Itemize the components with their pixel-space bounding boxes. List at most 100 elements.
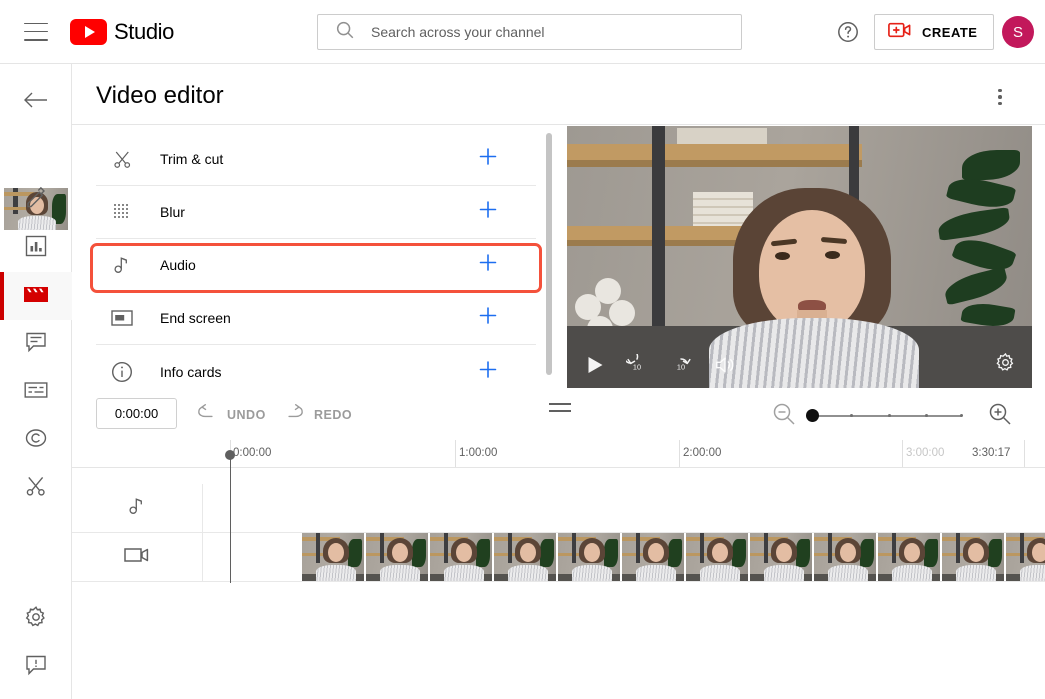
edit-row-end-screen[interactable]: End screen (96, 292, 536, 345)
zoom-slider-knob[interactable] (806, 409, 819, 422)
music-note-icon (110, 253, 134, 277)
edit-row-info-cards[interactable]: Info cards (96, 345, 536, 385)
filmstrip-frame (942, 533, 1004, 581)
filmstrip-frame (686, 533, 748, 581)
filmstrip-frame (494, 533, 556, 581)
sidebar-item-send-feedback[interactable] (0, 643, 72, 691)
sidebar-item-editor[interactable] (0, 272, 72, 320)
volume-icon[interactable] (714, 355, 736, 380)
edit-row-label: Trim & cut (160, 151, 224, 167)
ruler-label: 3:00:00 (906, 447, 945, 459)
undo-label: UNDO (227, 407, 266, 422)
top-bar: Studio CREATE S (0, 0, 1045, 64)
edit-row-trim-cut[interactable]: Trim & cut (96, 133, 536, 186)
filmstrip-frame (622, 533, 684, 581)
hamburger-icon[interactable] (24, 22, 48, 41)
more-vertical-icon[interactable] (988, 85, 1012, 109)
comment-icon (25, 331, 47, 358)
help-circle-icon[interactable] (836, 20, 860, 44)
create-button[interactable]: CREATE (874, 14, 995, 50)
search-box[interactable] (317, 14, 742, 50)
left-rail (0, 64, 72, 699)
header-divider (72, 124, 1045, 125)
add-info-cards-button[interactable] (478, 359, 498, 384)
brand-text: Studio (114, 18, 174, 44)
video-track[interactable] (72, 533, 1045, 581)
video-track-header (72, 533, 203, 581)
sidebar-item-settings[interactable] (0, 595, 72, 643)
current-timecode-field[interactable]: 0:00:00 (96, 398, 177, 429)
sidebar-item-details[interactable] (0, 176, 72, 224)
track-divider (72, 581, 1045, 582)
timeline-toolbar: 0:00:00 UNDO REDO (72, 395, 1045, 435)
sidebar-item-subtitles[interactable] (0, 368, 72, 416)
replay-10-icon[interactable]: 10 (623, 348, 648, 381)
ruler-label: 1:00:00 (459, 447, 498, 459)
add-end-screen-button[interactable] (478, 306, 498, 331)
avatar[interactable]: S (1002, 16, 1034, 48)
sidebar-item-analytics[interactable] (0, 224, 72, 272)
studio-logo[interactable]: Studio (70, 18, 174, 45)
copyright-icon (24, 426, 48, 455)
panel-scrollbar[interactable] (546, 133, 552, 375)
filmstrip-frame (366, 533, 428, 581)
ruler-divider (72, 467, 1045, 468)
blur-dots-icon (110, 200, 134, 224)
scissors-icon (110, 147, 134, 171)
filmstrip-frame (878, 533, 940, 581)
play-icon[interactable] (587, 356, 604, 379)
edit-row-blur[interactable]: Blur (96, 186, 536, 239)
scissors-icon (24, 474, 48, 503)
feedback-icon (25, 654, 47, 681)
youtube-logo-icon (70, 18, 107, 45)
playhead-line (229, 455, 231, 583)
back-arrow-icon[interactable] (22, 88, 50, 117)
timeline-ruler[interactable]: 0:00:00 1:00:00 2:00:00 3:00:00 3:30:17 (72, 440, 1045, 468)
filmstrip-frame (430, 533, 492, 581)
clapperboard-icon (23, 283, 49, 310)
sidebar-item-comments[interactable] (0, 320, 72, 368)
video-clip-filmstrip[interactable] (302, 533, 1045, 581)
preview-controls: 10 10 (567, 346, 1032, 388)
search-input[interactable] (369, 23, 699, 41)
edit-row-audio[interactable]: Audio (96, 239, 536, 292)
filmstrip-frame (1006, 533, 1045, 581)
video-preview[interactable]: 10 10 (567, 126, 1032, 388)
filmstrip-frame (302, 533, 364, 581)
edit-row-label: Audio (160, 257, 196, 273)
page-title: Video editor (96, 82, 224, 109)
playhead-handle[interactable] (225, 450, 235, 460)
create-button-label: CREATE (922, 24, 978, 40)
music-note-icon (127, 496, 147, 521)
drag-handle-icon[interactable] (549, 403, 571, 412)
filmstrip-frame (750, 533, 812, 581)
add-trim-cut-button[interactable] (478, 147, 498, 172)
filmstrip-frame (558, 533, 620, 581)
audio-track-header (72, 484, 203, 532)
zoom-out-icon[interactable] (771, 401, 797, 432)
preview-settings-gear-icon[interactable] (995, 352, 1016, 378)
sidebar-item-trim[interactable] (0, 464, 72, 512)
edit-row-label: Blur (160, 204, 185, 220)
zoom-in-icon[interactable] (987, 401, 1013, 432)
audio-track[interactable] (72, 484, 1045, 532)
redo-button[interactable]: REDO (284, 403, 352, 426)
pencil-icon (24, 186, 48, 215)
ruler-label: 0:00:00 (233, 447, 272, 459)
undo-arrow-icon (197, 403, 217, 426)
svg-text:10: 10 (633, 362, 641, 371)
add-blur-button[interactable] (478, 200, 498, 225)
undo-button[interactable]: UNDO (197, 403, 266, 426)
zoom-slider[interactable] (806, 409, 963, 422)
ruler-label: 3:30:17 (972, 447, 1011, 459)
ruler-label: 2:00:00 (683, 447, 722, 459)
redo-label: REDO (314, 407, 353, 422)
add-audio-button[interactable] (478, 253, 498, 278)
info-circle-icon (110, 360, 134, 384)
edit-options-panel: Trim & cut Blur Audio End screen Info ca… (96, 133, 536, 385)
gear-icon (24, 605, 48, 634)
redo-arrow-icon (284, 403, 304, 426)
edit-row-label: Info cards (160, 363, 222, 380)
sidebar-item-copyright[interactable] (0, 416, 72, 464)
forward-10-icon[interactable]: 10 (670, 354, 692, 381)
